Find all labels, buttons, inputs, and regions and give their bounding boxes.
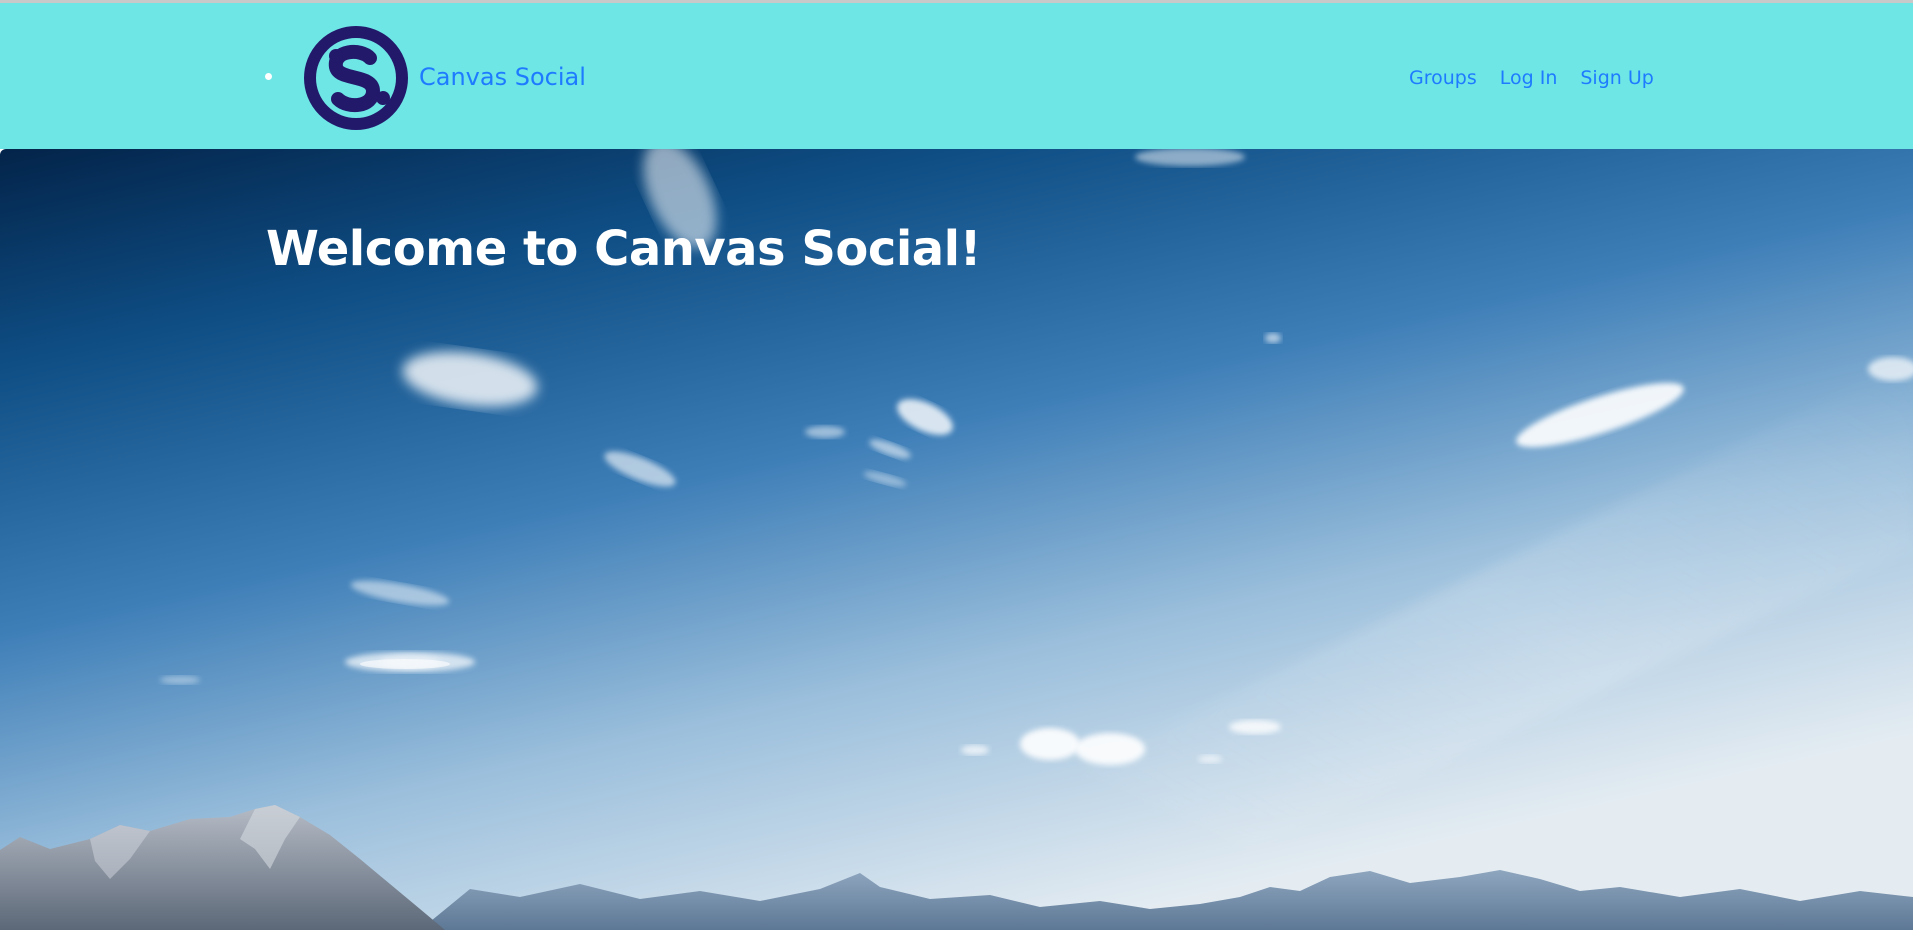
hero-banner: Welcome to Canvas Social! [0,149,1913,930]
bullet-dot [265,73,272,80]
navbar: Canvas Social Groups Log In Sign Up [0,3,1913,149]
nav-signup-link[interactable]: Sign Up [1580,67,1653,89]
nav-login-link[interactable]: Log In [1500,67,1558,89]
canvas-social-logo-icon[interactable] [303,25,409,131]
brand-link[interactable]: Canvas Social [419,63,586,91]
hero-title: Welcome to Canvas Social! [266,221,982,277]
nav-links: Groups Log In Sign Up [1409,67,1654,89]
nav-groups-link[interactable]: Groups [1409,67,1477,89]
